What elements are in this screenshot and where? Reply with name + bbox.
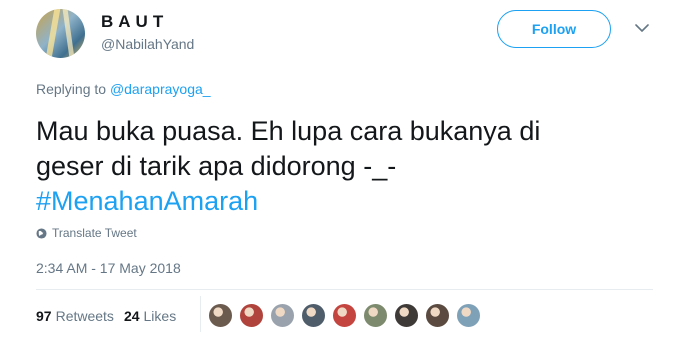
retweets-stat[interactable]: 97 Retweets: [36, 308, 114, 324]
replying-mention-link[interactable]: @daraprayoga_: [110, 81, 211, 97]
retweets-label: Retweets: [55, 308, 114, 324]
author-handle[interactable]: @NabilahYand: [101, 36, 194, 52]
liker-avatar[interactable]: [208, 303, 233, 328]
timestamp[interactable]: 2:34 AM - 17 May 2018: [36, 260, 181, 276]
replying-to: Replying to @daraprayoga_: [36, 81, 211, 97]
hashtag-link[interactable]: #MenahanAmarah: [36, 186, 258, 216]
likes-label: Likes: [143, 308, 177, 324]
tweet-card: BAUT @NabilahYand Follow Replying to @da…: [0, 0, 687, 337]
translate-tweet-link[interactable]: Translate Tweet: [36, 226, 137, 240]
retweets-count: 97: [36, 308, 52, 324]
stats-divider: [200, 296, 201, 332]
liker-avatar[interactable]: [456, 303, 481, 328]
follow-button[interactable]: Follow: [497, 10, 611, 48]
avatar[interactable]: [36, 9, 85, 58]
tweet-line: Mau buka puasa. Eh lupa cara bukanya di: [36, 116, 541, 146]
liker-avatar[interactable]: [239, 303, 264, 328]
liker-avatar[interactable]: [394, 303, 419, 328]
tweet-line: geser di tarik apa didorong -_-: [36, 151, 397, 181]
liker-avatar[interactable]: [425, 303, 450, 328]
chevron-down-icon[interactable]: [634, 22, 650, 34]
liker-avatar[interactable]: [270, 303, 295, 328]
liker-avatar[interactable]: [301, 303, 326, 328]
avatar-detail: [62, 9, 75, 58]
liker-avatar[interactable]: [332, 303, 357, 328]
liker-avatar[interactable]: [363, 303, 388, 328]
likes-count: 24: [123, 308, 140, 324]
replying-prefix: Replying to: [36, 81, 110, 97]
tweet-stats: 97 Retweets 24 Likes: [36, 308, 186, 324]
tweet-text: Mau buka puasa. Eh lupa cara bukanya di g…: [36, 114, 656, 219]
globe-icon: [36, 227, 47, 239]
likes-stat[interactable]: 24 Likes: [124, 308, 176, 324]
liker-avatars: [208, 303, 487, 328]
translate-label: Translate Tweet: [52, 226, 137, 240]
divider: [36, 289, 653, 290]
author-display-name[interactable]: BAUT: [101, 12, 168, 32]
avatar-detail: [45, 9, 61, 58]
